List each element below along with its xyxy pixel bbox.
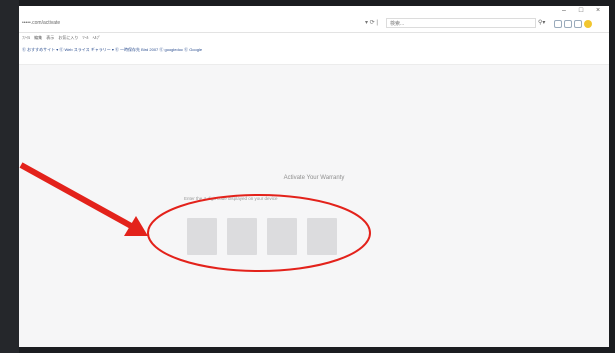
code-digit-input[interactable] <box>187 218 217 255</box>
code-digit-input[interactable] <box>267 218 297 255</box>
browser-window: – □ × •••••.com/activate ▾ ⟳ | 検索... ⚲▾ … <box>19 6 609 347</box>
menu-view[interactable]: 表示 <box>46 35 54 40</box>
feedback-smiley-icon[interactable] <box>584 19 592 28</box>
magnifier-icon[interactable]: ⚲▾ <box>538 18 545 29</box>
code-digit-input[interactable] <box>227 218 257 255</box>
favorites-star-icon[interactable] <box>564 19 572 28</box>
menu-edit[interactable]: 編集 <box>34 35 42 40</box>
toolbar-icons <box>554 18 592 29</box>
page-subtitle: Enter the 4-digit code displayed on your… <box>184 196 278 201</box>
search-input[interactable]: 検索... <box>386 18 536 28</box>
home-icon[interactable] <box>554 19 562 28</box>
page-title: Activate Your Warranty <box>283 175 345 181</box>
url-field[interactable]: •••••.com/activate <box>22 18 352 29</box>
favorites-bar: Ⓔ おすすめサイト ▾ Ⓔ Web スライス ギャラリー ▾ Ⓔ 一時保存先 B… <box>19 42 609 65</box>
menu-tools[interactable]: ﾂｰﾙ <box>83 35 89 40</box>
menu-help[interactable]: ﾍﾙﾌﾟ <box>93 35 101 40</box>
refresh-icon[interactable]: ▾ ⟳ | <box>365 18 378 29</box>
page-content: Activate Your Warranty Enter the 4-digit… <box>19 65 609 347</box>
favorites-links[interactable]: Ⓔ おすすめサイト ▾ Ⓔ Web スライス ギャラリー ▾ Ⓔ 一時保存先 B… <box>22 46 202 54</box>
menu-bar: ﾌｧｲﾙ 編集 表示 お気に入り ﾂｰﾙ ﾍﾙﾌﾟ <box>19 33 609 42</box>
menu-file[interactable]: ﾌｧｲﾙ <box>22 35 30 40</box>
code-digit-input[interactable] <box>307 218 337 255</box>
gear-icon[interactable] <box>574 19 582 28</box>
menu-favorites[interactable]: お気に入り <box>58 35 78 40</box>
address-bar: •••••.com/activate ▾ ⟳ | 検索... ⚲▾ <box>19 15 609 33</box>
desktop-left-strip <box>0 0 19 353</box>
